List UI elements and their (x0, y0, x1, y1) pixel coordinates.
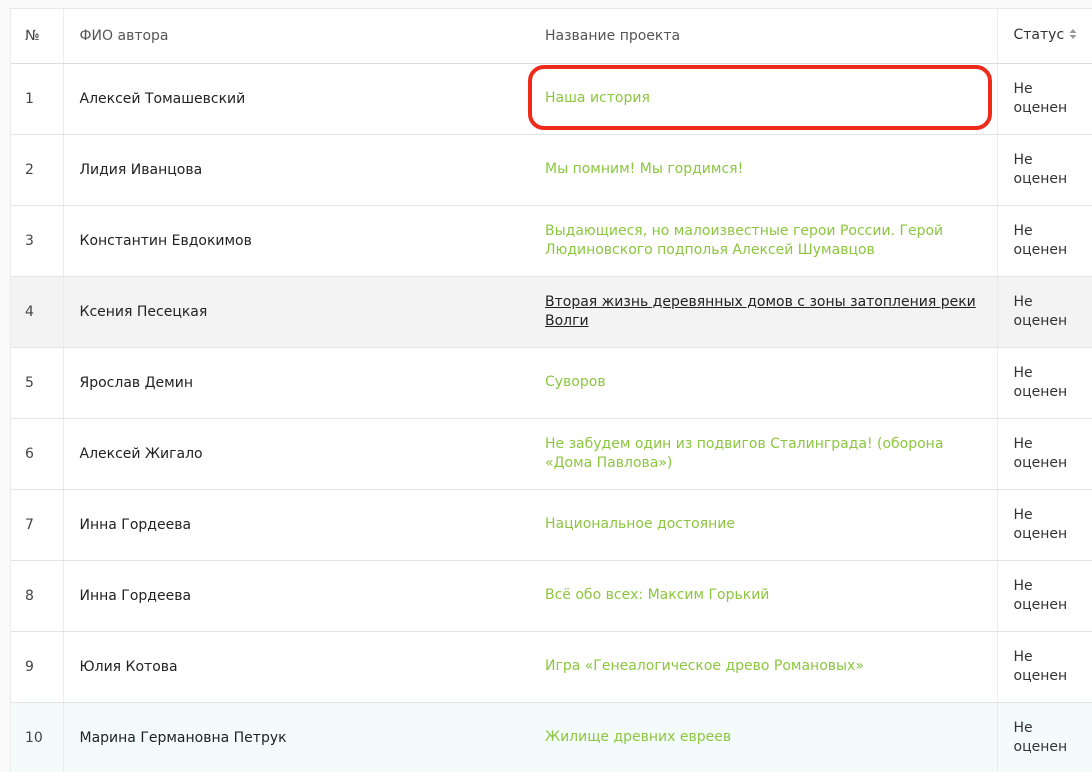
status-text: Не оценен (996, 276, 1092, 348)
status-text: Не оценен (996, 702, 1092, 772)
project-link[interactable]: Игра «Генеалогическое древо Романовых» (545, 658, 864, 674)
row-number: 1 (11, 63, 64, 135)
table-row: 4 Ксения Песецкая Вторая жизнь деревянных … (11, 276, 1092, 348)
projects-page: № ФИО автора Название проекта Статус 1 Ал… (0, 0, 1092, 772)
project-title-cell: Не забудем один из подвигов Сталинграда!… (529, 418, 997, 490)
project-title-cell: Жилище древних евреев (529, 702, 997, 772)
author-name: Юлия Котова (63, 631, 529, 703)
project-link[interactable]: Вторая жизнь деревянных домов с зоны зат… (545, 294, 976, 329)
status-text: Не оценен (996, 134, 1092, 206)
table-row: 5 Ярослав Демин Суворов Не оценен (11, 347, 1092, 419)
project-title-cell: Суворов (529, 347, 997, 419)
table-row: 10 Марина Германовна Петрук Жилище древних… (11, 702, 1092, 772)
row-number: 6 (11, 418, 64, 490)
author-name: Ксения Песецкая (63, 276, 529, 348)
status-text: Не оценен (996, 631, 1092, 703)
table-header-row: № ФИО автора Название проекта Статус (11, 9, 1092, 64)
table-row: 8 Инна Гордеева Всё обо всех: Максим Горьк… (11, 560, 1092, 632)
project-title-cell: Вторая жизнь деревянных домов с зоны зат… (529, 276, 997, 348)
author-name: Константин Евдокимов (63, 205, 529, 277)
table-row: 9 Юлия Котова Игра «Генеалогическое древо … (11, 631, 1092, 703)
row-number: 2 (11, 134, 64, 206)
sort-updown-icon[interactable] (1069, 28, 1077, 40)
header-author: ФИО автора (63, 9, 529, 64)
row-number: 3 (11, 205, 64, 277)
project-link[interactable]: Наша история (545, 90, 650, 106)
project-title-cell: Всё обо всех: Максим Горький (529, 560, 997, 632)
project-title-cell: Национальное достояние (529, 489, 997, 561)
author-name: Марина Германовна Петрук (63, 702, 529, 772)
author-name: Инна Гордеева (63, 560, 529, 632)
project-title-cell: Выдающиеся, но малоизвестные герои Росси… (529, 205, 997, 277)
project-link[interactable]: Национальное достояние (545, 516, 735, 532)
author-name: Алексей Жигало (63, 418, 529, 490)
author-name: Инна Гордеева (63, 489, 529, 561)
row-number: 8 (11, 560, 64, 632)
project-link[interactable]: Суворов (545, 374, 606, 390)
row-number: 9 (11, 631, 64, 703)
project-link[interactable]: Всё обо всех: Максим Горький (545, 587, 769, 603)
project-title-cell: Мы помним! Мы гордимся! (529, 134, 997, 206)
row-number: 7 (11, 489, 64, 561)
table-row: 3 Константин Евдокимов Выдающиеся, но мало… (11, 205, 1092, 277)
header-title: Название проекта (529, 9, 997, 64)
project-link[interactable]: Выдающиеся, но малоизвестные герои Росси… (545, 223, 943, 258)
status-text: Не оценен (996, 347, 1092, 419)
project-link[interactable]: Жилище древних евреев (545, 729, 731, 745)
author-name: Ярослав Демин (63, 347, 529, 419)
projects-table-container: № ФИО автора Название проекта Статус 1 Ал… (10, 8, 1092, 772)
table-row: 1 Алексей Томашевский Наша история Не оцене… (11, 63, 1092, 135)
status-text: Не оценен (996, 63, 1092, 135)
status-text: Не оценен (996, 418, 1092, 490)
row-number: 4 (11, 276, 64, 348)
author-name: Лидия Иванцова (63, 134, 529, 206)
projects-table: № ФИО автора Название проекта Статус 1 Ал… (11, 9, 1092, 772)
table-row: 6 Алексей Жигало Не забудем один из подвиг… (11, 418, 1092, 490)
header-status-sortable[interactable]: Статус (996, 9, 1092, 64)
status-text: Не оценен (996, 489, 1092, 561)
project-title-cell: Наша история (529, 63, 997, 135)
row-number: 10 (11, 702, 64, 772)
project-link[interactable]: Не забудем один из подвигов Сталинграда!… (545, 436, 943, 471)
author-name: Алексей Томашевский (63, 63, 529, 135)
table-row: 7 Инна Гордеева Национальное достояние Не о… (11, 489, 1092, 561)
status-text: Не оценен (996, 560, 1092, 632)
project-title-cell: Игра «Генеалогическое древо Романовых» (529, 631, 997, 703)
header-status-label: Статус (1013, 27, 1065, 44)
table-row: 2 Лидия Иванцова Мы помним! Мы гордимся! Не… (11, 134, 1092, 206)
project-link[interactable]: Мы помним! Мы гордимся! (545, 161, 743, 177)
status-text: Не оценен (996, 205, 1092, 277)
row-number: 5 (11, 347, 64, 419)
header-num: № (11, 9, 64, 64)
